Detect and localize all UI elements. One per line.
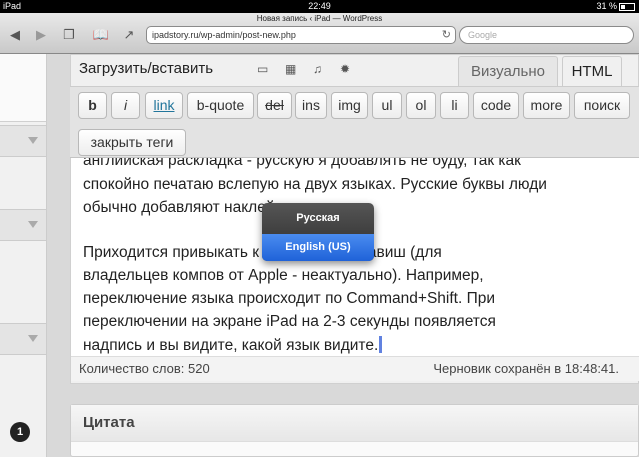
chevron-down-icon[interactable]: [28, 137, 38, 144]
more-button[interactable]: more: [523, 92, 570, 119]
url-text: ipadstory.ru/wp-admin/post-new.php: [152, 30, 296, 40]
battery-percent: 31 %: [596, 1, 617, 11]
share-icon[interactable]: ↗: [120, 27, 138, 43]
ins-button[interactable]: ins: [295, 92, 327, 119]
sidebar-section-toggle[interactable]: [0, 209, 46, 241]
language-option-russian[interactable]: Русская: [262, 203, 374, 233]
tab-visual[interactable]: Визуально: [458, 56, 558, 86]
content-line: владельцев компов от Apple - неактуально…: [83, 267, 484, 284]
battery-icon: [619, 2, 635, 11]
text-cursor: [379, 336, 383, 353]
search-placeholder: Google: [468, 30, 498, 40]
status-bar: iPad 22:49 31 %: [0, 0, 639, 13]
sidebar: [0, 54, 47, 457]
forward-icon[interactable]: ▶: [32, 27, 50, 43]
page-title: Новая запись ‹ iPad — WordPress: [256, 14, 383, 23]
tabs-icon[interactable]: ❐: [60, 27, 78, 43]
li-button[interactable]: li: [440, 92, 469, 119]
excerpt-box: Цитата: [70, 404, 639, 457]
content-line: переключение языка происходит по Command…: [83, 290, 495, 307]
sidebar-section-toggle[interactable]: [0, 323, 46, 355]
bookmarks-icon[interactable]: 📖: [92, 27, 110, 43]
back-icon[interactable]: ◀: [6, 27, 24, 43]
close-tags-button[interactable]: закрыть теги: [78, 129, 186, 156]
add-video-icon[interactable]: ▦: [285, 63, 299, 75]
add-audio-icon[interactable]: ♫: [313, 63, 327, 75]
excerpt-box-title: Цитата: [83, 414, 135, 431]
ul-button[interactable]: ul: [372, 92, 402, 119]
content-line: спокойно печатаю вслепую на двух языках.…: [83, 176, 547, 193]
url-bar[interactable]: ipadstory.ru/wp-admin/post-new.php ↻: [146, 26, 456, 44]
browser-toolbar: Новая запись ‹ iPad — WordPress ◀ ▶ ❐ 📖 …: [0, 13, 639, 54]
word-count: Количество слов: 520: [79, 361, 210, 376]
tab-html[interactable]: HTML: [562, 56, 622, 86]
search-input[interactable]: Google: [459, 26, 634, 44]
add-media-icon[interactable]: ✹: [340, 63, 354, 75]
language-switch-popup: Русская English (US): [262, 203, 374, 261]
search-button[interactable]: поиск: [574, 92, 630, 119]
bold-button[interactable]: b: [78, 92, 107, 119]
chevron-down-icon[interactable]: [28, 335, 38, 342]
sidebar-section-toggle[interactable]: [0, 125, 46, 157]
upload-insert-label: Загрузить/вставить: [79, 60, 214, 77]
content-line-last: надпись и вы видите, какой язык видите.: [83, 336, 383, 355]
link-button[interactable]: link: [145, 92, 183, 119]
content-line: переключении на экране iPad на 2-3 секун…: [83, 313, 496, 330]
sidebar-panel: [0, 54, 46, 122]
chevron-down-icon[interactable]: [28, 221, 38, 228]
code-button[interactable]: code: [473, 92, 519, 119]
reload-icon[interactable]: ↻: [442, 27, 451, 44]
blockquote-button[interactable]: b-quote: [187, 92, 254, 119]
excerpt-box-header[interactable]: Цитата: [71, 405, 638, 442]
draft-saved-status: Черновик сохранён в 18:48:41.: [433, 361, 619, 376]
img-button[interactable]: img: [331, 92, 368, 119]
del-button[interactable]: del: [257, 92, 292, 119]
content-line: английская раскладка - русскую я добавля…: [83, 158, 521, 169]
notification-badge[interactable]: 1: [10, 422, 30, 442]
language-option-english[interactable]: English (US): [262, 234, 374, 261]
add-image-icon[interactable]: ▭: [257, 63, 271, 75]
battery-indicator: 31 %: [596, 0, 635, 13]
editor-status-bar: Количество слов: 520 Черновик сохранён в…: [71, 356, 639, 381]
italic-button[interactable]: i: [111, 92, 140, 119]
clock: 22:49: [308, 1, 331, 11]
ol-button[interactable]: ol: [406, 92, 436, 119]
content-line-text: надпись и вы видите, какой язык видите.: [83, 337, 379, 354]
